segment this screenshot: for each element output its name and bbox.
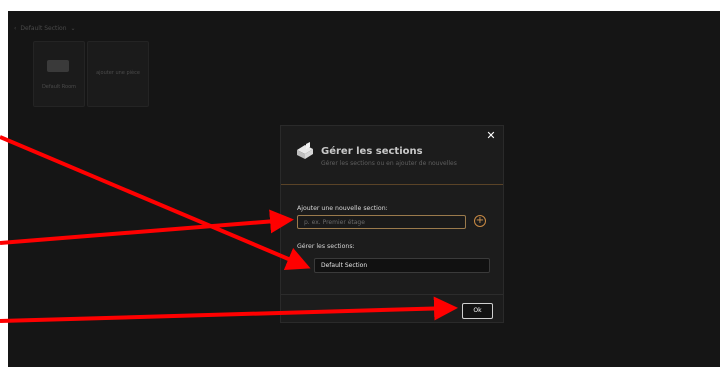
plus-circle-icon[interactable]: + [474,215,486,227]
add-section-label: Ajouter une nouvelle section: [297,205,388,212]
dialog-title: Gérer les sections [321,146,423,157]
dialog-header: Gérer les sections Gérer les sections ou… [281,126,503,185]
add-room-card[interactable]: ajouter une pièce [87,41,149,107]
section-name-input[interactable] [314,258,490,273]
breadcrumb-label: Default Section [20,25,67,32]
chevron-down-icon: ⌄ [70,25,76,32]
manage-sections-label: Gérer les sections: [297,243,355,250]
breadcrumb: ‹ Default Section ⌄ [14,25,76,32]
app-window: ‹ Default Section ⌄ Default Room ajouter… [8,11,720,367]
section-row: ⇕ [297,258,491,274]
house-3d-icon [295,141,315,163]
room-card-caption: Default Room [41,84,77,90]
ok-button[interactable]: Ok [462,303,493,319]
dialog-footer-divider [281,294,503,295]
new-section-input[interactable] [297,215,466,229]
drag-handle-icon[interactable]: ⇕ [297,262,305,270]
dialog-subtitle: Gérer les sections ou en ajouter de nouv… [321,160,457,167]
room-thumbnail [47,60,69,72]
room-card[interactable]: Default Room [33,41,85,107]
chevron-left-icon: ‹ [14,25,17,32]
add-room-caption: ajouter une pièce [96,70,140,76]
manage-sections-dialog: ✕ Gérer les sections Gérer les sections … [280,125,504,323]
